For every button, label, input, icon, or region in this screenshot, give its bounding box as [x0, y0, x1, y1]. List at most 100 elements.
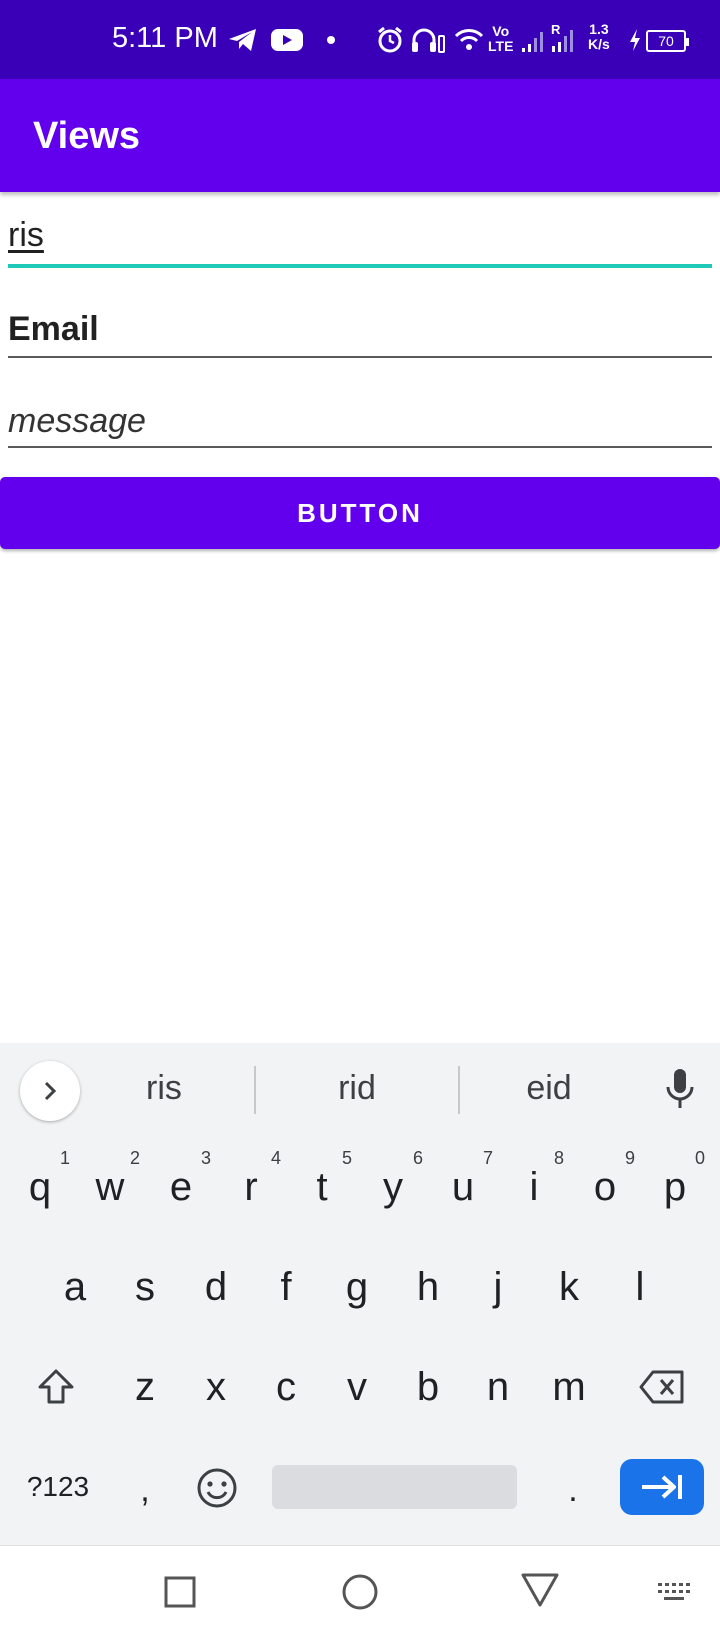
net-speed-unit: K/s [588, 36, 610, 52]
key-hint: 8 [553, 1148, 564, 1168]
key-label: w [95, 1164, 125, 1209]
key-hint: 7 [482, 1148, 493, 1168]
key-label: p [663, 1164, 687, 1209]
key-x[interactable]: x [186, 1352, 246, 1422]
message-field-underline [8, 446, 712, 448]
key-c[interactable]: c [256, 1352, 316, 1422]
message-field[interactable]: message [8, 380, 712, 450]
submit-button[interactable]: BUTTON [0, 477, 720, 549]
key-t[interactable]: t5 [292, 1148, 352, 1222]
key-hint: 0 [694, 1148, 705, 1168]
suggestion-2[interactable]: rid [267, 1069, 447, 1108]
next-key[interactable] [620, 1459, 704, 1515]
youtube-icon [270, 26, 304, 54]
key-hint: 9 [624, 1148, 635, 1168]
key-label: t [316, 1164, 328, 1209]
key-a[interactable]: a [45, 1252, 105, 1322]
name-field[interactable]: ris [8, 200, 712, 270]
volte-label: Vo LTE [488, 24, 513, 54]
net-speed: 1.3 K/s [588, 22, 610, 52]
emoji-icon [197, 1468, 237, 1508]
key-e[interactable]: e3 [151, 1148, 211, 1222]
key-w[interactable]: w2 [80, 1148, 140, 1222]
key-y[interactable]: y6 [363, 1148, 423, 1222]
key-label: e [169, 1164, 193, 1209]
net-speed-value: 1.3 [589, 21, 609, 37]
key-hint: 5 [341, 1148, 352, 1168]
recents-button[interactable] [156, 1568, 204, 1616]
key-n[interactable]: n [468, 1352, 528, 1422]
key-l[interactable]: l [610, 1252, 670, 1322]
emoji-key[interactable] [193, 1464, 241, 1512]
keyboard-switch-button[interactable] [654, 1574, 694, 1610]
email-field-underline [8, 356, 712, 358]
alarm-icon [376, 26, 404, 54]
key-b[interactable]: b [398, 1352, 458, 1422]
mic-icon[interactable] [662, 1067, 698, 1116]
suggestion-divider [254, 1066, 256, 1114]
suggestion-3[interactable]: eid [459, 1069, 639, 1108]
period-key[interactable]: . [558, 1460, 588, 1520]
email-field[interactable]: Email [8, 290, 712, 360]
key-m[interactable]: m [539, 1352, 599, 1422]
circle-icon [342, 1574, 378, 1610]
key-hint: 2 [129, 1148, 140, 1168]
key-label: q [28, 1164, 52, 1209]
key-o[interactable]: o9 [575, 1148, 635, 1222]
key-label: u [451, 1164, 475, 1209]
charging-icon [628, 26, 642, 54]
headphones-icon [410, 26, 446, 54]
battery-indicator: 70 [646, 30, 689, 52]
key-hint: 6 [412, 1148, 423, 1168]
volte-bottom: LTE [488, 38, 514, 54]
key-hint: 1 [59, 1148, 70, 1168]
key-s[interactable]: s [115, 1252, 175, 1322]
key-u[interactable]: u7 [433, 1148, 493, 1222]
app-title: Views [33, 115, 141, 157]
key-d[interactable]: d [186, 1252, 246, 1322]
wifi-icon [454, 26, 484, 54]
key-z[interactable]: z [115, 1352, 175, 1422]
chevron-right-icon [44, 1081, 57, 1101]
email-field-hint: Email [8, 310, 99, 348]
key-h[interactable]: h [398, 1252, 458, 1322]
key-label: i [529, 1164, 539, 1209]
key-hint: 4 [270, 1148, 281, 1168]
name-field-focus-underline [8, 264, 712, 268]
keyboard-icon [658, 1583, 690, 1600]
name-field-value: ris [8, 216, 44, 254]
triangle-down-icon [521, 1573, 559, 1607]
key-i[interactable]: i8 [504, 1148, 564, 1222]
key-k[interactable]: k [539, 1252, 599, 1322]
message-field-hint: message [8, 402, 146, 440]
signal-roaming-icon [548, 26, 578, 54]
symbols-key[interactable]: ?123 [18, 1465, 98, 1509]
volte-top: Vo [492, 23, 510, 39]
suggestion-bar: ris rid eid [0, 1043, 720, 1135]
home-button[interactable] [336, 1568, 384, 1616]
shift-icon [38, 1369, 74, 1404]
key-v[interactable]: v [327, 1352, 387, 1422]
comma-key[interactable]: , [130, 1460, 160, 1520]
next-arrow-icon [642, 1475, 682, 1499]
backspace-icon [639, 1370, 684, 1404]
key-f[interactable]: f [256, 1252, 316, 1322]
key-hint: 3 [200, 1148, 211, 1168]
key-q[interactable]: q1 [10, 1148, 70, 1222]
shift-key[interactable] [26, 1352, 86, 1422]
back-button[interactable] [516, 1566, 564, 1614]
key-j[interactable]: j [468, 1252, 528, 1322]
keyboard-menu-button[interactable] [20, 1061, 80, 1121]
backspace-key[interactable] [632, 1352, 692, 1422]
key-r[interactable]: r4 [221, 1148, 281, 1222]
suggestion-1[interactable]: ris [74, 1069, 254, 1108]
telegram-icon [228, 26, 258, 54]
key-label: y [383, 1164, 403, 1209]
signal-icon [520, 26, 548, 54]
navigation-bar [0, 1545, 720, 1640]
space-key[interactable] [272, 1465, 517, 1509]
dot-icon [326, 26, 336, 54]
key-p[interactable]: p0 [645, 1148, 705, 1222]
status-bar: 5:11 PM Vo LTE R 1.3 K/s 70 [0, 0, 720, 79]
key-g[interactable]: g [327, 1252, 387, 1322]
